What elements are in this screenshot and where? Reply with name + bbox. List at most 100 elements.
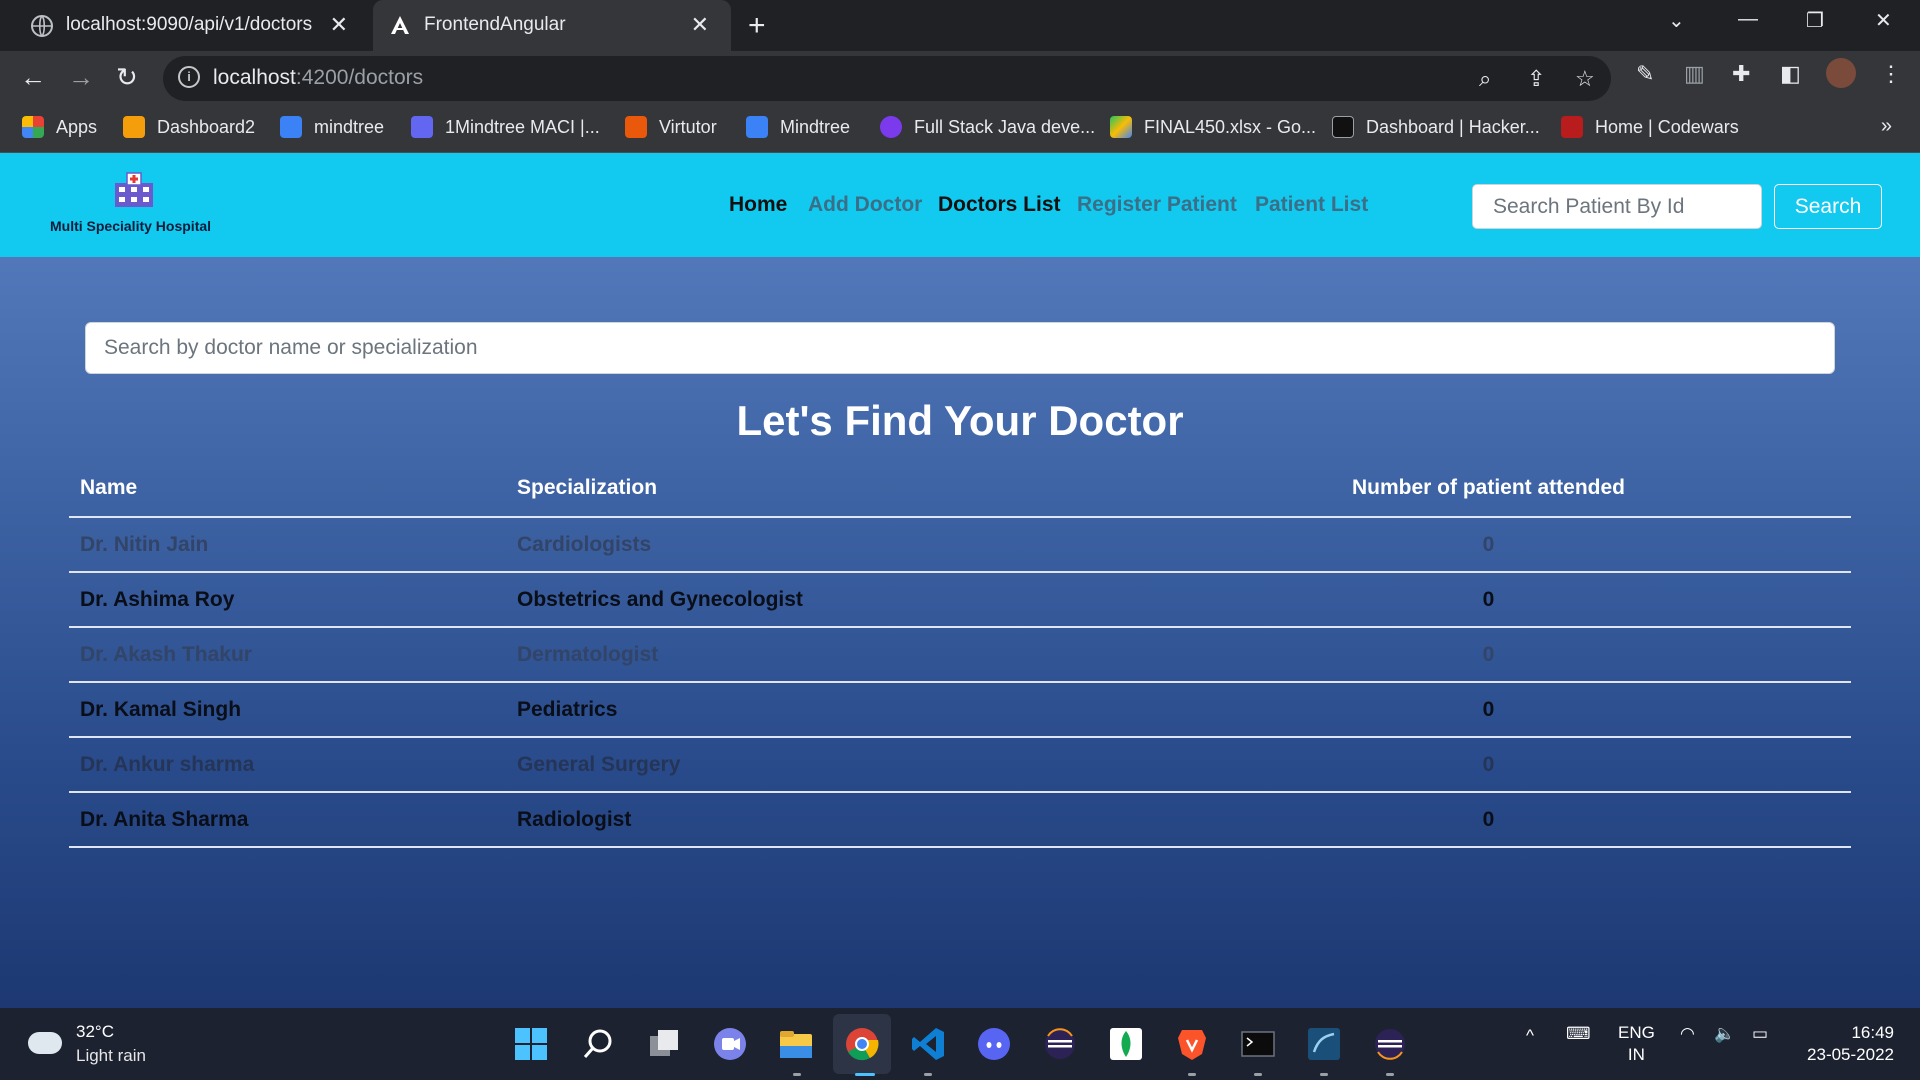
bookmark-codewars[interactable]: Home | Codewars bbox=[1561, 116, 1739, 138]
extensions-icon[interactable]: ✚ bbox=[1732, 61, 1750, 87]
restore-button[interactable]: ❐ bbox=[1806, 8, 1824, 33]
browser-tab-api[interactable]: localhost:9090/api/v1/doctors ✕ bbox=[0, 0, 370, 51]
search-icon[interactable] bbox=[580, 1026, 616, 1062]
terminal-icon[interactable] bbox=[1240, 1026, 1276, 1062]
teams-chat-icon[interactable] bbox=[712, 1026, 748, 1062]
table-row[interactable]: Dr. Kamal Singh Pediatrics 0 bbox=[69, 682, 1851, 738]
table-row[interactable]: Dr. Akash Thakur Dermatologist 0 bbox=[69, 627, 1851, 683]
bookmark-virtutor[interactable]: Virtutor bbox=[625, 116, 717, 138]
brand-name[interactable]: Multi Speciality Hospital bbox=[50, 218, 211, 234]
profile-avatar[interactable] bbox=[1826, 58, 1856, 88]
close-tab-icon[interactable]: ✕ bbox=[330, 12, 348, 38]
bookmark-star-icon[interactable]: ☆ bbox=[1575, 66, 1595, 92]
discord-icon[interactable] bbox=[976, 1026, 1012, 1062]
patients-attended: 0 bbox=[1126, 627, 1851, 683]
side-panel-icon[interactable]: ◧ bbox=[1780, 61, 1801, 87]
browser-tab-strip: localhost:9090/api/v1/doctors ✕ Frontend… bbox=[0, 0, 1920, 51]
table-row[interactable]: Dr. Nitin Jain Cardiologists 0 bbox=[69, 517, 1851, 573]
bookmark-label: Mindtree bbox=[780, 116, 851, 137]
bookmark-mindtree-2[interactable]: Mindtree bbox=[746, 116, 850, 138]
bookmark-final450[interactable]: FINAL450.xlsx - Go... bbox=[1110, 116, 1316, 138]
globe-icon bbox=[31, 15, 53, 37]
virtutor-icon bbox=[625, 116, 647, 138]
more-bookmarks-icon[interactable]: » bbox=[1881, 115, 1892, 138]
hospital-logo-icon[interactable] bbox=[113, 171, 155, 209]
doctor-name: Dr. Nitin Jain bbox=[69, 517, 506, 573]
browser-toolbar: ← → ↻ i localhost:4200/doctors ⌕ ⇪ ☆ ✎ ▥… bbox=[0, 51, 1920, 105]
back-icon[interactable]: ← bbox=[20, 62, 46, 93]
brave-icon[interactable] bbox=[1174, 1026, 1210, 1062]
nav-patient-list[interactable]: Patient List bbox=[1255, 193, 1368, 217]
eclipse-icon[interactable] bbox=[1042, 1026, 1078, 1062]
keyboard-icon[interactable]: ⌨ bbox=[1566, 1024, 1591, 1044]
mongodb-icon[interactable] bbox=[1108, 1026, 1144, 1062]
table-row[interactable]: Dr. Ankur sharma General Surgery 0 bbox=[69, 737, 1851, 793]
forward-icon[interactable]: → bbox=[68, 62, 94, 93]
battery-icon[interactable]: ▭ bbox=[1752, 1024, 1768, 1044]
nav-add-doctor[interactable]: Add Doctor bbox=[808, 193, 922, 217]
doctor-name: Dr. Ashima Roy bbox=[69, 572, 506, 628]
app-navbar: Multi Speciality Hospital Home Add Docto… bbox=[0, 153, 1920, 257]
tab-search-icon[interactable]: ⌄ bbox=[1668, 8, 1685, 33]
bookmark-maci[interactable]: 1Mindtree MACI |... bbox=[411, 116, 600, 138]
url-path: :4200/doctors bbox=[295, 66, 424, 89]
volume-icon[interactable]: 🔈 bbox=[1714, 1024, 1735, 1044]
mysql-workbench-icon[interactable] bbox=[1306, 1026, 1342, 1062]
bookmark-label: Apps bbox=[56, 116, 98, 137]
url-host: localhost bbox=[213, 66, 296, 89]
doctors-table: Name Specialization Number of patient at… bbox=[69, 460, 1851, 848]
table-row[interactable]: Dr. Anita Sharma Radiologist 0 bbox=[69, 792, 1851, 848]
weather-temperature: 32°C bbox=[76, 1022, 114, 1041]
pen-extension-icon[interactable]: ✎ bbox=[1636, 61, 1654, 87]
new-tab-button[interactable]: + bbox=[748, 9, 766, 43]
zoom-icon[interactable]: ⌕ bbox=[1479, 66, 1491, 92]
patient-id-search-input[interactable] bbox=[1472, 184, 1762, 229]
reload-icon[interactable]: ↻ bbox=[116, 62, 138, 93]
doctor-specialization: Radiologist bbox=[506, 792, 1126, 848]
windows-start-icon[interactable] bbox=[513, 1026, 549, 1062]
address-url[interactable]: localhost:4200/doctors bbox=[213, 66, 423, 90]
angular-icon bbox=[391, 16, 409, 34]
weather-description: Light rain bbox=[76, 1046, 146, 1065]
patient-search-button[interactable]: Search bbox=[1774, 184, 1882, 229]
site-info-icon[interactable]: i bbox=[178, 66, 200, 88]
minimize-button[interactable]: — bbox=[1738, 8, 1758, 31]
weather-widget[interactable]: 32°C Light rain bbox=[28, 1022, 146, 1066]
udemy-icon bbox=[880, 116, 902, 138]
menu-kebab-icon[interactable]: ⋮ bbox=[1880, 61, 1902, 87]
doctor-search-input[interactable] bbox=[85, 322, 1835, 374]
bookmark-mindtree[interactable]: mindtree bbox=[280, 116, 384, 138]
language-indicator[interactable]: ENG IN bbox=[1618, 1022, 1655, 1066]
task-view-icon[interactable] bbox=[646, 1026, 682, 1062]
table-row[interactable]: Dr. Ashima Roy Obstetrics and Gynecologi… bbox=[69, 572, 1851, 628]
bookmarks-bar: Apps Dashboard2 mindtree 1Mindtree MACI … bbox=[0, 105, 1920, 153]
nav-doctors-list[interactable]: Doctors List bbox=[938, 193, 1061, 217]
chrome-icon[interactable] bbox=[844, 1026, 880, 1062]
close-tab-icon[interactable]: ✕ bbox=[691, 12, 709, 38]
bookmark-dashboard2[interactable]: Dashboard2 bbox=[123, 116, 255, 138]
wifi-icon[interactable]: ◠ bbox=[1680, 1024, 1695, 1044]
analytics-extension-icon[interactable]: ▥ bbox=[1684, 61, 1705, 87]
clock-date: 23-05-2022 bbox=[1807, 1045, 1894, 1064]
doctor-name: Dr. Akash Thakur bbox=[69, 627, 506, 683]
share-icon[interactable]: ⇪ bbox=[1527, 66, 1545, 92]
bookmark-apps[interactable]: Apps bbox=[22, 116, 97, 138]
browser-tab-frontend[interactable]: FrontendAngular ✕ bbox=[373, 0, 731, 51]
bookmark-fullstack[interactable]: Full Stack Java deve... bbox=[880, 116, 1095, 138]
tab-title: localhost:9090/api/v1/doctors bbox=[66, 14, 313, 35]
bookmark-label: mindtree bbox=[314, 116, 385, 137]
bookmark-hackerrank[interactable]: Dashboard | Hacker... bbox=[1332, 116, 1540, 138]
file-explorer-icon[interactable] bbox=[778, 1026, 814, 1062]
vscode-icon[interactable] bbox=[910, 1026, 946, 1062]
nav-home[interactable]: Home bbox=[729, 193, 787, 217]
chevron-up-icon[interactable]: ^ bbox=[1526, 1026, 1534, 1046]
system-clock[interactable]: 16:49 23-05-2022 bbox=[1807, 1022, 1894, 1066]
hackerrank-icon bbox=[1332, 116, 1354, 138]
weather-text: 32°C Light rain bbox=[76, 1022, 146, 1066]
running-indicator bbox=[1188, 1073, 1196, 1076]
eclipse-ide-icon[interactable] bbox=[1372, 1026, 1408, 1062]
address-bar[interactable]: i localhost:4200/doctors ⌕ ⇪ ☆ bbox=[163, 56, 1611, 101]
close-window-button[interactable]: ✕ bbox=[1875, 8, 1892, 33]
page-title: Let's Find Your Doctor bbox=[736, 397, 1184, 444]
nav-register-patient[interactable]: Register Patient bbox=[1077, 193, 1237, 217]
